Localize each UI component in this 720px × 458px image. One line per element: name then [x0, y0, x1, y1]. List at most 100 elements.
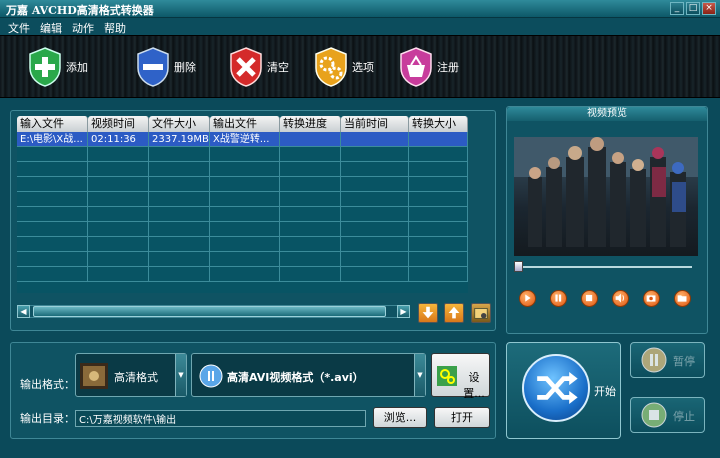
delete-button[interactable]: 删除 [134, 46, 196, 88]
menu-help[interactable]: 帮助 [104, 20, 126, 36]
video-preview [514, 137, 698, 256]
empty-cell [88, 252, 149, 267]
seek-track[interactable] [514, 266, 692, 268]
volume-button[interactable] [612, 290, 629, 307]
empty-cell [409, 162, 468, 177]
snapshot-button[interactable] [643, 290, 660, 307]
empty-table-row [17, 267, 468, 282]
empty-cell [17, 222, 88, 237]
add-button[interactable]: 添加 [26, 46, 88, 88]
minimize-button[interactable]: _ [670, 2, 684, 15]
empty-cell [17, 267, 88, 282]
empty-cell [210, 207, 280, 222]
shuffle-icon [522, 354, 590, 422]
scroll-left-arrow-icon[interactable]: ◀ [17, 305, 30, 318]
empty-cell [17, 207, 88, 222]
window-title: 万嘉 AVCHD高清格式转换器 [6, 4, 154, 17]
empty-cell [409, 207, 468, 222]
menu-file[interactable]: 文件 [8, 20, 30, 36]
empty-cell [88, 267, 149, 282]
output-dir-input[interactable] [75, 410, 366, 427]
empty-cell [341, 207, 409, 222]
shuffle-arrows-icon [537, 372, 578, 404]
empty-cell [341, 267, 409, 282]
seek-handle[interactable] [514, 261, 523, 272]
empty-cell [280, 207, 341, 222]
folder-settings-button[interactable] [471, 303, 491, 323]
stop-preview-button[interactable] [581, 290, 598, 307]
pause-label: 暂停 [673, 355, 695, 368]
x-shield-icon [230, 47, 262, 87]
empty-cell [341, 147, 409, 162]
empty-cell [210, 267, 280, 282]
maximize-button[interactable]: □ [686, 2, 700, 15]
empty-cell [17, 177, 88, 192]
stop-icon [641, 402, 667, 428]
options-button[interactable]: 选项 [312, 46, 374, 88]
cell-file-size: 2337.19MB [149, 132, 210, 147]
empty-cell [341, 252, 409, 267]
format-select[interactable]: 高清AVI视频格式（*.avi） ▼ [191, 353, 426, 397]
pause-button[interactable]: 暂停 [630, 342, 705, 378]
settings-button[interactable]: 设置... [431, 353, 490, 400]
movie-still-image [514, 137, 698, 247]
avi-format-icon [199, 364, 223, 388]
menu-edit[interactable]: 编辑 [40, 20, 62, 36]
empty-cell [341, 237, 409, 252]
empty-cell [341, 162, 409, 177]
empty-cell [409, 177, 468, 192]
move-up-button[interactable] [444, 303, 464, 323]
empty-cell [88, 207, 149, 222]
menu-bar: 文件 编辑 动作 帮助 [0, 18, 720, 35]
play-button[interactable] [519, 290, 536, 307]
col-file-size[interactable]: 文件大小 [149, 116, 210, 132]
arrow-down-icon [422, 306, 434, 319]
pause-preview-button[interactable] [550, 290, 567, 307]
cell-output-size [409, 132, 468, 147]
col-input-file[interactable]: 输入文件 [17, 116, 88, 132]
empty-table-row [17, 162, 468, 177]
empty-cell [149, 252, 210, 267]
chevron-down-icon[interactable]: ▼ [175, 354, 186, 396]
col-video-time[interactable]: 视频时间 [88, 116, 149, 132]
empty-table-row [17, 207, 468, 222]
clear-button[interactable]: 清空 [227, 46, 289, 88]
browse-button[interactable]: 浏览... [373, 407, 427, 428]
settings-label: 设置... [463, 371, 485, 400]
minus-shield-icon [137, 47, 169, 87]
col-output-file[interactable]: 输出文件 [210, 116, 280, 132]
col-output-size[interactable]: 转换大小 [409, 116, 468, 132]
stop-button[interactable]: 停止 [630, 397, 705, 433]
open-button[interactable]: 打开 [434, 407, 490, 428]
preview-title: 视频预览 [507, 107, 707, 121]
format-value: 高清AVI视频格式（*.avi） [227, 371, 364, 384]
film-icon [80, 363, 108, 389]
format-category-select[interactable]: 高清格式 ▼ [75, 353, 187, 397]
empty-cell [88, 192, 149, 207]
col-current-time[interactable]: 当前时间 [341, 116, 409, 132]
stop-label: 停止 [673, 410, 695, 423]
scrollbar-thumb[interactable] [33, 306, 386, 317]
scroll-right-arrow-icon[interactable]: ▶ [397, 305, 410, 318]
empty-cell [17, 237, 88, 252]
start-button[interactable]: 开始 [506, 342, 621, 439]
open-folder-button[interactable] [674, 290, 691, 307]
start-label: 开始 [594, 385, 616, 398]
horizontal-scrollbar[interactable]: ◀ ▶ [17, 305, 410, 318]
title-bar: 万嘉 AVCHD高清格式转换器 _ □ × [0, 0, 720, 18]
register-button[interactable]: 注册 [397, 46, 459, 88]
table-row[interactable]: E:\电影\X战... 02:11:36 2337.19MB X战警逆转... [17, 132, 468, 147]
empty-cell [210, 237, 280, 252]
col-progress[interactable]: 转换进度 [280, 116, 341, 132]
chevron-down-icon[interactable]: ▼ [414, 354, 425, 396]
empty-cell [280, 192, 341, 207]
menu-action[interactable]: 动作 [72, 20, 94, 36]
empty-table-row [17, 177, 468, 192]
empty-cell [280, 222, 341, 237]
clear-label: 清空 [267, 61, 289, 74]
empty-cell [341, 222, 409, 237]
move-down-button[interactable] [418, 303, 438, 323]
close-button[interactable]: × [702, 2, 716, 15]
empty-cell [409, 222, 468, 237]
empty-cell [210, 252, 280, 267]
